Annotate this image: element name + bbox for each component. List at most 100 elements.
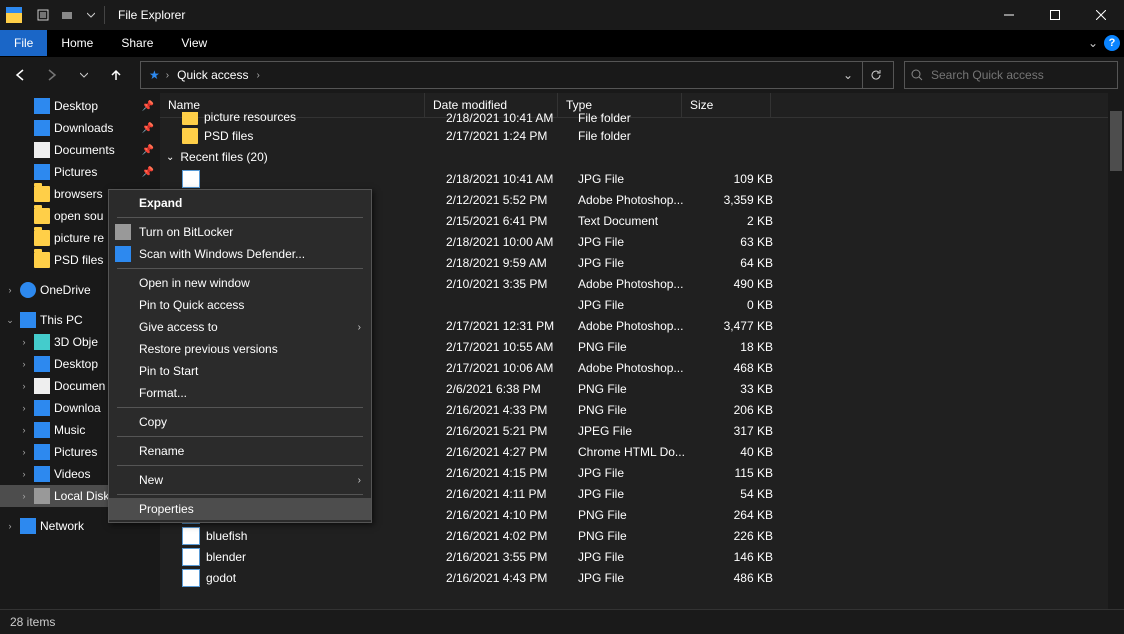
file-type: PNG File — [570, 508, 693, 522]
search-box[interactable] — [904, 61, 1118, 89]
file-type: File folder — [570, 112, 693, 125]
search-input[interactable] — [929, 67, 1083, 83]
file-name: picture resources — [204, 112, 296, 124]
expand-icon[interactable]: › — [18, 447, 30, 457]
file-type: JPG File — [570, 298, 693, 312]
expand-icon[interactable]: › — [18, 381, 30, 391]
menu-item[interactable]: Give access to› — [109, 316, 371, 338]
file-name: bluefish — [206, 529, 247, 543]
scrollbar-thumb[interactable] — [1110, 111, 1122, 171]
app-icon — [6, 7, 22, 23]
recent-dropdown[interactable] — [70, 61, 98, 89]
group-recent-files[interactable]: ⌄ Recent files (20) — [160, 146, 1124, 168]
file-icon — [182, 548, 200, 566]
menu-item[interactable]: Pin to Quick access — [109, 294, 371, 316]
expand-icon[interactable]: › — [18, 359, 30, 369]
file-size: 317 KB — [693, 424, 781, 438]
close-button[interactable] — [1078, 0, 1124, 30]
up-button[interactable] — [102, 61, 130, 89]
menu-item[interactable]: Open in new window — [109, 272, 371, 294]
menu-item[interactable]: Copy — [109, 411, 371, 433]
tab-view[interactable]: View — [167, 30, 221, 56]
menu-item[interactable]: New› — [109, 469, 371, 491]
menu-item[interactable]: Rename — [109, 440, 371, 462]
pic-icon — [34, 444, 50, 460]
menu-separator — [117, 494, 363, 495]
menu-item[interactable]: Pin to Start — [109, 360, 371, 382]
file-size: 146 KB — [693, 550, 781, 564]
expand-icon[interactable]: › — [18, 469, 30, 479]
file-size: 115 KB — [693, 466, 781, 480]
ribbon-expand-icon[interactable]: ⌄ — [1088, 36, 1098, 50]
expand-icon[interactable]: ⌄ — [4, 315, 16, 326]
menu-label: Open in new window — [139, 276, 250, 290]
menu-item[interactable]: Expand — [109, 192, 371, 214]
file-icon — [182, 527, 200, 545]
file-tab[interactable]: File — [0, 30, 47, 56]
menu-item[interactable]: Scan with Windows Defender... — [109, 243, 371, 265]
tree-item[interactable]: Desktop📌 — [0, 95, 160, 117]
list-item[interactable]: 2/18/2021 10:41 AMJPG File109 KB — [160, 168, 1124, 189]
menu-separator — [117, 268, 363, 269]
tree-label: picture re — [54, 231, 104, 245]
desktop-icon — [34, 356, 50, 372]
menu-separator — [117, 436, 363, 437]
tree-label: 3D Obje — [54, 335, 98, 349]
expand-icon[interactable]: › — [18, 491, 30, 501]
file-size: 2 KB — [693, 214, 781, 228]
expand-icon[interactable]: › — [4, 285, 16, 295]
address-bar[interactable]: ★ › Quick access › ⌄ — [140, 61, 894, 89]
list-item[interactable]: blender2/16/2021 3:55 PMJPG File146 KB — [160, 546, 1124, 567]
file-size: 33 KB — [693, 382, 781, 396]
file-size: 3,477 KB — [693, 319, 781, 333]
address-dropdown[interactable]: ⌄ — [838, 68, 858, 82]
qat-new-folder-button[interactable] — [56, 4, 78, 26]
back-button[interactable] — [6, 61, 34, 89]
qat-dropdown[interactable] — [80, 4, 102, 26]
menu-item[interactable]: Properties — [109, 498, 371, 520]
menu-item[interactable]: Restore previous versions — [109, 338, 371, 360]
tree-item[interactable]: Documents📌 — [0, 139, 160, 161]
expand-icon[interactable]: › — [18, 337, 30, 347]
tree-label: Downloa — [54, 401, 101, 415]
maximize-button[interactable] — [1032, 0, 1078, 30]
tab-share[interactable]: Share — [107, 30, 167, 56]
list-item[interactable]: picture resources2/18/2021 10:41 AMFile … — [160, 112, 1124, 125]
expand-icon[interactable]: › — [18, 425, 30, 435]
folder-icon — [34, 252, 50, 268]
3d-icon — [34, 334, 50, 350]
tree-item[interactable]: Pictures📌 — [0, 161, 160, 183]
tab-home[interactable]: Home — [47, 30, 107, 56]
file-date: 2/17/2021 10:55 AM — [438, 340, 570, 354]
menu-item[interactable]: Turn on BitLocker — [109, 221, 371, 243]
file-date: 2/18/2021 10:41 AM — [438, 172, 570, 186]
down-icon — [34, 400, 50, 416]
forward-button[interactable] — [38, 61, 66, 89]
file-size: 206 KB — [693, 403, 781, 417]
expand-icon[interactable]: › — [18, 403, 30, 413]
expand-icon[interactable]: › — [4, 521, 16, 531]
file-date: 2/16/2021 4:11 PM — [438, 487, 570, 501]
breadcrumb[interactable]: Quick access — [171, 68, 254, 82]
list-item[interactable]: bluefish2/16/2021 4:02 PMPNG File226 KB — [160, 525, 1124, 546]
file-size: 64 KB — [693, 256, 781, 270]
qat-properties-button[interactable] — [32, 4, 54, 26]
down-icon — [34, 120, 50, 136]
list-item[interactable]: PSD files2/17/2021 1:24 PMFile folder — [160, 125, 1124, 146]
col-size[interactable]: Size — [682, 93, 771, 117]
menu-item[interactable]: Format... — [109, 382, 371, 404]
scrollbar[interactable] — [1108, 93, 1124, 609]
file-date: 2/16/2021 4:15 PM — [438, 466, 570, 480]
tree-item[interactable]: Downloads📌 — [0, 117, 160, 139]
minimize-button[interactable] — [986, 0, 1032, 30]
help-button[interactable]: ? — [1104, 35, 1120, 51]
titlebar: File Explorer — [0, 0, 1124, 30]
doc-icon — [34, 142, 50, 158]
chevron-right-icon[interactable]: › — [164, 70, 171, 81]
file-name: PSD files — [204, 129, 253, 143]
quick-access-toolbar — [32, 4, 102, 26]
list-item[interactable]: godot2/16/2021 4:43 PMJPG File486 KB — [160, 567, 1124, 588]
chevron-right-icon[interactable]: › — [254, 70, 261, 81]
refresh-button[interactable] — [862, 62, 889, 88]
file-size: 63 KB — [693, 235, 781, 249]
